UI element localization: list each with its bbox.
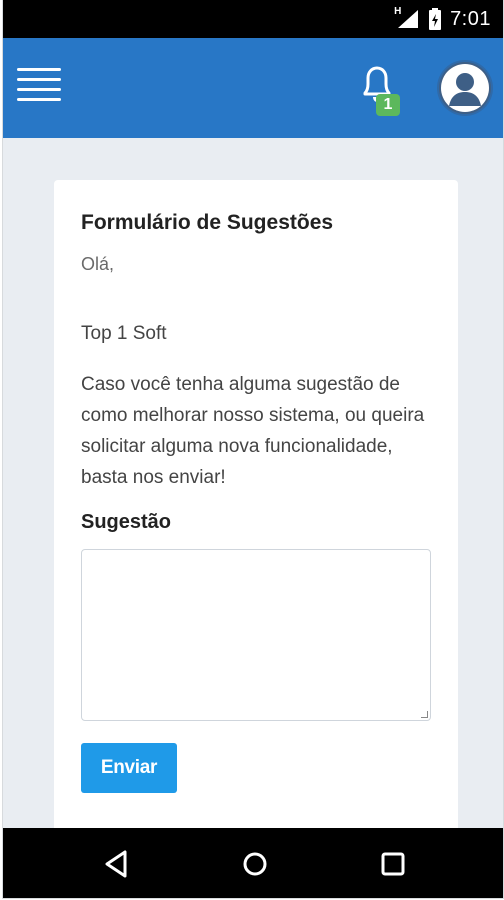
resize-handle-icon[interactable] [421, 711, 428, 718]
suggestion-textarea[interactable] [81, 549, 431, 721]
suggestion-form-card: Formulário de Sugestões Olá, Top 1 Soft … [54, 180, 458, 850]
notification-badge: 1 [376, 94, 400, 116]
battery-icon [428, 8, 442, 30]
phone-screen: H 7:01 1 Formulário de Sugestões Olá, To… [2, 0, 504, 899]
clock: 7:01 [450, 7, 491, 30]
network-type-label: H [394, 6, 402, 17]
form-title: Formulário de Sugestões [81, 211, 334, 234]
cellular-signal-icon: H [394, 6, 420, 30]
recents-square-icon[interactable] [375, 846, 411, 882]
suggestion-label: Sugestão [81, 511, 172, 533]
user-avatar-icon[interactable] [439, 62, 491, 114]
home-circle-icon[interactable] [237, 846, 273, 882]
back-triangle-icon[interactable] [99, 846, 135, 882]
form-description: Caso você tenha alguma sugestão de como … [81, 374, 425, 488]
status-bar: H 7:01 [3, 0, 503, 38]
status-icons: H 7:01 [394, 0, 491, 38]
hamburger-icon[interactable] [17, 68, 61, 104]
submit-button[interactable]: Enviar [81, 743, 177, 793]
app-bar: 1 [3, 38, 503, 138]
suggestion-form: Formulário de Sugestões Olá, Top 1 Soft … [81, 208, 431, 793]
company-name: Top 1 Soft [81, 323, 167, 344]
greeting-text: Olá, [81, 254, 115, 274]
android-nav-bar [3, 828, 503, 898]
